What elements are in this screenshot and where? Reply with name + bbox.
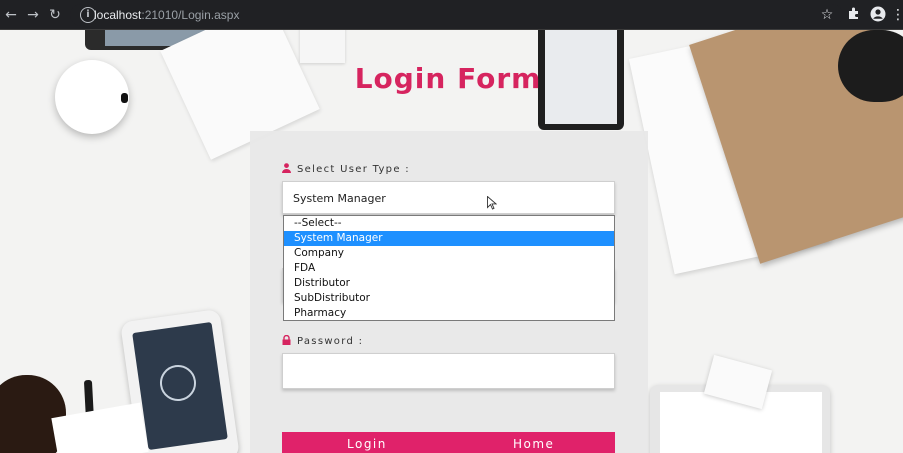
lock-icon xyxy=(282,334,291,345)
forward-arrow-icon[interactable]: → xyxy=(24,6,42,24)
user-type-dropdown-list[interactable]: --Select-- System Manager Company FDA Di… xyxy=(283,215,615,321)
address-bar[interactable]: i localhost:21010/Login.aspx xyxy=(70,4,843,26)
user-type-label: Select User Type : xyxy=(282,163,410,175)
mouse-cursor-icon xyxy=(487,195,498,214)
user-type-label-text: Select User Type : xyxy=(297,164,410,175)
password-input[interactable] xyxy=(282,353,615,389)
back-arrow-icon[interactable]: ← xyxy=(2,6,20,24)
extension-icon[interactable] xyxy=(845,6,863,24)
url-host: localhost xyxy=(94,8,142,22)
user-type-option[interactable]: Distributor xyxy=(284,276,614,291)
login-button[interactable]: Login xyxy=(347,437,387,451)
reload-icon[interactable]: ↻ xyxy=(46,6,64,24)
page-title: Login Form xyxy=(354,62,542,95)
url-text: localhost:21010/Login.aspx xyxy=(94,8,239,22)
user-type-option[interactable]: SubDistributor xyxy=(284,291,614,306)
coffee-cup-image xyxy=(838,30,903,102)
menu-icon[interactable]: ⋮ xyxy=(889,6,903,24)
user-type-option[interactable]: --Select-- xyxy=(284,216,614,231)
password-label: Password : xyxy=(282,334,364,347)
user-type-selected-value: System Manager xyxy=(293,192,386,205)
phone-screen xyxy=(545,30,617,124)
star-icon[interactable]: ☆ xyxy=(818,6,836,24)
button-bar: Login Home xyxy=(282,432,615,453)
paper-image xyxy=(300,30,345,63)
browser-toolbar: ← → ↻ i localhost:21010/Login.aspx ☆ ⋮ xyxy=(0,0,903,30)
user-type-option[interactable]: FDA xyxy=(284,261,614,276)
user-icon xyxy=(282,163,291,173)
user-type-option[interactable]: Company xyxy=(284,246,614,261)
cup-lid-image xyxy=(55,60,129,134)
user-type-option[interactable]: Pharmacy xyxy=(284,306,614,321)
password-label-text: Password : xyxy=(297,336,364,347)
home-button[interactable]: Home xyxy=(513,437,554,451)
cup-lid-hole xyxy=(121,93,128,103)
profile-icon[interactable] xyxy=(869,6,887,24)
url-path: :21010/Login.aspx xyxy=(141,8,240,22)
user-type-option-highlighted[interactable]: System Manager xyxy=(284,231,614,246)
user-type-select[interactable]: System Manager xyxy=(282,181,615,214)
